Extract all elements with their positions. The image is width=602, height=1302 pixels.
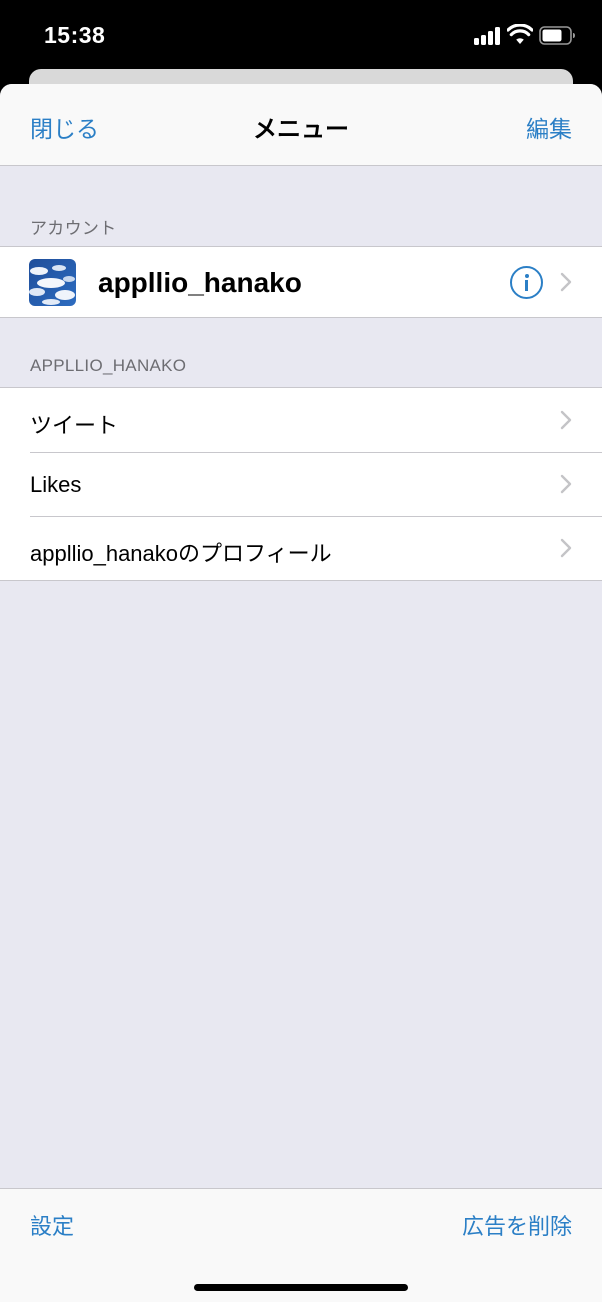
avatar xyxy=(29,259,76,306)
menu-item-label: Likes xyxy=(30,472,82,497)
home-indicator[interactable] xyxy=(194,1284,408,1291)
section-header-user: APPLLIO_HANAKO xyxy=(30,356,187,375)
menu-item-tweets[interactable]: ツイート xyxy=(0,388,602,452)
chevron-right-icon xyxy=(560,272,572,292)
chevron-right-icon xyxy=(560,538,572,558)
remove-ads-button[interactable]: 広告を削除 xyxy=(462,1209,572,1241)
cellular-signal-icon xyxy=(474,27,502,45)
wifi-icon xyxy=(507,24,533,44)
menu-item-label: appllio_hanakoのプロフィール xyxy=(30,541,332,566)
chevron-right-icon xyxy=(560,410,572,430)
screen: 15:38 閉じる メニュー 編集 アカウント appllio_hanako A… xyxy=(0,0,602,1302)
menu-item-profile[interactable]: appllio_hanakoのプロフィール xyxy=(0,516,602,580)
edit-button[interactable]: 編集 xyxy=(526,110,572,144)
navigation-bar: 閉じる メニュー 編集 xyxy=(0,84,602,166)
chevron-right-icon xyxy=(560,474,572,494)
menu-item-label: ツイート xyxy=(30,413,119,438)
account-username: appllio_hanako xyxy=(98,267,302,298)
menu-item-likes[interactable]: Likes xyxy=(0,452,602,516)
settings-button[interactable]: 設定 xyxy=(30,1209,74,1241)
info-icon[interactable] xyxy=(510,266,543,299)
status-bar: 15:38 xyxy=(0,0,602,70)
account-row[interactable]: appllio_hanako xyxy=(0,247,602,317)
user-menu-group: ツイート Likes appllio_hanakoのプロフィール xyxy=(0,387,602,581)
status-time: 15:38 xyxy=(44,22,106,48)
bottom-toolbar: 設定 広告を削除 xyxy=(0,1188,602,1302)
battery-icon xyxy=(539,26,575,45)
account-group: appllio_hanako xyxy=(0,246,602,318)
page-title: メニュー xyxy=(253,116,349,143)
menu-sheet: 閉じる メニュー 編集 アカウント appllio_hanako APPLLIO… xyxy=(0,84,602,1302)
section-header-account: アカウント xyxy=(30,219,117,238)
